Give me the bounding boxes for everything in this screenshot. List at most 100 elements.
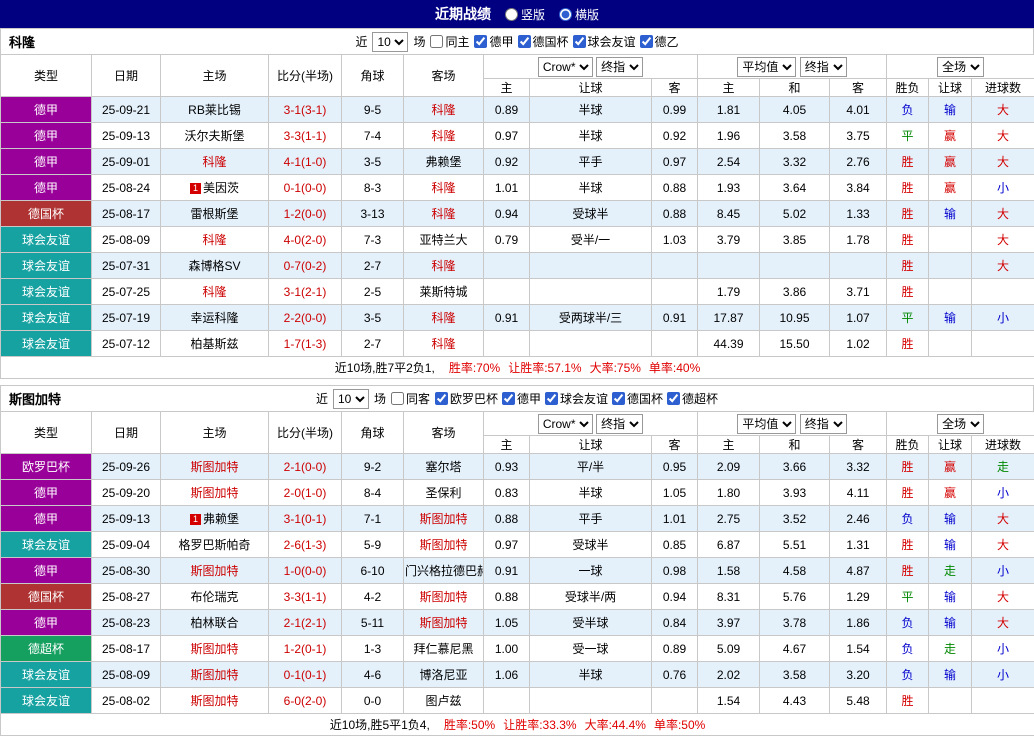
home-team-cell[interactable]: RB莱比锡 [161, 97, 269, 123]
home-team-cell[interactable]: 科隆 [161, 279, 269, 305]
score-cell[interactable]: 0-1(0-1) [269, 662, 342, 688]
league-filter-checkbox[interactable] [518, 35, 531, 48]
avg-type-select[interactable]: 平均值 [737, 57, 796, 77]
away-team-cell[interactable]: 科隆 [404, 97, 484, 123]
vertical-layout-radio[interactable] [505, 8, 518, 21]
score-cell[interactable]: 3-1(2-1) [269, 279, 342, 305]
home-team-cell[interactable]: 斯图加特 [161, 688, 269, 714]
score-cell[interactable]: 3-3(1-1) [269, 584, 342, 610]
score-cell[interactable]: 3-1(3-1) [269, 97, 342, 123]
league-filter[interactable]: 德甲 [502, 390, 541, 407]
horizontal-layout-radio[interactable] [559, 8, 572, 21]
score-cell[interactable]: 1-7(1-3) [269, 331, 342, 357]
away-team-cell[interactable]: 图卢兹 [404, 688, 484, 714]
away-team-cell[interactable]: 亚特兰大 [404, 227, 484, 253]
away-team-cell[interactable]: 门兴格拉德巴赫 [404, 558, 484, 584]
home-team-cell[interactable]: 雷根斯堡 [161, 201, 269, 227]
home-team-cell[interactable]: 1美因茨 [161, 175, 269, 201]
score-cell[interactable]: 2-0(1-0) [269, 480, 342, 506]
home-team-cell[interactable]: 幸运科隆 [161, 305, 269, 331]
away-team-cell[interactable]: 科隆 [404, 305, 484, 331]
scope-select[interactable]: 全场 [937, 57, 984, 77]
league-filter-checkbox[interactable] [640, 35, 653, 48]
home-team-cell[interactable]: 布伦瑞克 [161, 584, 269, 610]
same-venue-checkbox[interactable] [430, 35, 443, 48]
away-team-cell[interactable]: 科隆 [404, 253, 484, 279]
league-filter-label: 德甲 [517, 390, 541, 407]
same-venue-checkbox[interactable] [391, 392, 404, 405]
away-team-cell[interactable]: 斯图加特 [404, 610, 484, 636]
score-cell[interactable]: 3-3(1-1) [269, 123, 342, 149]
away-team-cell[interactable]: 科隆 [404, 201, 484, 227]
odds-source-select[interactable]: Crow* [538, 57, 593, 77]
home-team-cell[interactable]: 1弗赖堡 [161, 506, 269, 532]
league-filter-checkbox[interactable] [474, 35, 487, 48]
league-filter[interactable]: 球会友谊 [573, 33, 636, 50]
odds-time-select[interactable]: 终指 [596, 414, 643, 434]
away-team-cell[interactable]: 莱斯特城 [404, 279, 484, 305]
home-team-cell[interactable]: 斯图加特 [161, 662, 269, 688]
away-team-cell[interactable]: 斯图加特 [404, 506, 484, 532]
home-team-cell[interactable]: 柏基斯兹 [161, 331, 269, 357]
league-filter[interactable]: 德国杯 [518, 33, 569, 50]
away-team-cell[interactable]: 斯图加特 [404, 584, 484, 610]
league-filter-checkbox[interactable] [573, 35, 586, 48]
match-count-select[interactable]: 10 [333, 389, 369, 409]
home-team-cell[interactable]: 格罗巴斯帕奇 [161, 532, 269, 558]
odds-time-select[interactable]: 终指 [596, 57, 643, 77]
league-filter-checkbox[interactable] [612, 392, 625, 405]
away-team-cell[interactable]: 科隆 [404, 175, 484, 201]
away-team-cell[interactable]: 博洛尼亚 [404, 662, 484, 688]
home-team-cell[interactable]: 科隆 [161, 227, 269, 253]
league-filter[interactable]: 德甲 [474, 33, 513, 50]
avg-odds-away-cell: 1.78 [830, 227, 887, 253]
score-cell[interactable]: 2-2(0-0) [269, 305, 342, 331]
league-filter-checkbox[interactable] [502, 392, 515, 405]
league-filter[interactable]: 德超杯 [667, 390, 718, 407]
score-cell[interactable]: 2-6(1-3) [269, 532, 342, 558]
same-venue-filter[interactable]: 同客 [391, 390, 430, 407]
score-cell[interactable]: 4-0(2-0) [269, 227, 342, 253]
away-team-cell[interactable]: 塞尔塔 [404, 454, 484, 480]
home-team-cell[interactable]: 柏林联合 [161, 610, 269, 636]
league-filter[interactable]: 德乙 [640, 33, 679, 50]
score-cell[interactable]: 2-1(2-1) [269, 610, 342, 636]
score-cell[interactable]: 0-1(0-0) [269, 175, 342, 201]
home-team-cell[interactable]: 沃尔夫斯堡 [161, 123, 269, 149]
match-count-select[interactable]: 10 [372, 32, 408, 52]
score-cell[interactable]: 4-1(1-0) [269, 149, 342, 175]
home-team-cell[interactable]: 斯图加特 [161, 636, 269, 662]
league-filter[interactable]: 德国杯 [612, 390, 663, 407]
home-team-cell[interactable]: 斯图加特 [161, 454, 269, 480]
odds-source-select[interactable]: Crow* [538, 414, 593, 434]
score-cell[interactable]: 6-0(2-0) [269, 688, 342, 714]
score-cell[interactable]: 3-1(0-1) [269, 506, 342, 532]
avg-time-select[interactable]: 终指 [800, 414, 847, 434]
scope-select[interactable]: 全场 [937, 414, 984, 434]
away-team-cell[interactable]: 科隆 [404, 331, 484, 357]
home-team-cell[interactable]: 森博格SV [161, 253, 269, 279]
avg-type-select[interactable]: 平均值 [737, 414, 796, 434]
home-team-cell[interactable]: 科隆 [161, 149, 269, 175]
layout-option-horizontal[interactable]: 横版 [559, 6, 599, 23]
score-cell[interactable]: 1-0(0-0) [269, 558, 342, 584]
avg-time-select[interactable]: 终指 [800, 57, 847, 77]
score-cell[interactable]: 1-2(0-0) [269, 201, 342, 227]
away-team-cell[interactable]: 圣保利 [404, 480, 484, 506]
league-filter-checkbox[interactable] [545, 392, 558, 405]
home-team-cell[interactable]: 斯图加特 [161, 480, 269, 506]
score-cell[interactable]: 2-1(0-0) [269, 454, 342, 480]
score-cell[interactable]: 0-7(0-2) [269, 253, 342, 279]
away-team-cell[interactable]: 斯图加特 [404, 532, 484, 558]
away-team-cell[interactable]: 科隆 [404, 123, 484, 149]
league-filter-checkbox[interactable] [435, 392, 448, 405]
same-venue-filter[interactable]: 同主 [430, 33, 469, 50]
away-team-cell[interactable]: 弗赖堡 [404, 149, 484, 175]
layout-option-vertical[interactable]: 竖版 [505, 6, 545, 23]
score-cell[interactable]: 1-2(0-1) [269, 636, 342, 662]
league-filter[interactable]: 欧罗巴杯 [435, 390, 498, 407]
league-filter-checkbox[interactable] [667, 392, 680, 405]
home-team-cell[interactable]: 斯图加特 [161, 558, 269, 584]
away-team-cell[interactable]: 拜仁慕尼黑 [404, 636, 484, 662]
league-filter[interactable]: 球会友谊 [545, 390, 608, 407]
